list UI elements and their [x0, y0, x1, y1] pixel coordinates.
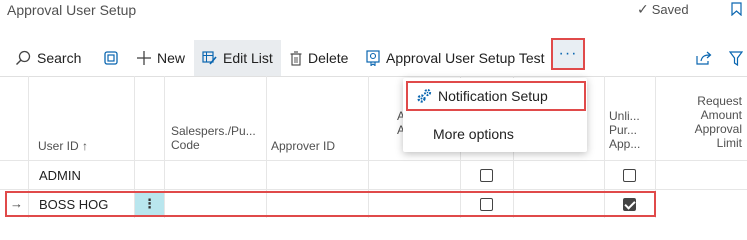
row-checkbox[interactable]	[480, 169, 493, 182]
trash-icon	[290, 50, 302, 66]
unlimited-purchase-approval-checkbox[interactable]	[623, 169, 636, 182]
new-button[interactable]: New	[137, 40, 185, 76]
gears-icon	[417, 88, 432, 103]
share-icon	[696, 51, 712, 65]
more-actions-button[interactable]: ···	[551, 38, 585, 70]
edit-list-button[interactable]: Edit List	[194, 40, 281, 76]
bookmark-icon[interactable]	[731, 2, 742, 16]
saved-label: Saved	[651, 2, 689, 17]
user-id-cell[interactable]: ADMIN	[39, 168, 81, 183]
selected-row-highlight	[5, 191, 656, 217]
search-label: Search	[37, 50, 82, 66]
test-certificate-icon	[366, 50, 380, 66]
notification-setup-menu-item[interactable]: Notification Setup	[406, 81, 586, 111]
search-button[interactable]: Search	[15, 40, 81, 76]
action-toolbar: Search New Edit List Delete Approval Use…	[0, 40, 747, 76]
edit-list-label: Edit List	[223, 50, 273, 66]
filter-icon	[729, 50, 743, 66]
page-title: Approval User Setup	[7, 2, 137, 18]
notification-setup-label: Notification Setup	[438, 88, 548, 104]
plus-icon	[137, 51, 151, 65]
search-icon	[16, 50, 31, 65]
open-page-icon	[104, 51, 118, 65]
open-in-page-button[interactable]	[104, 40, 118, 76]
delete-button[interactable]: Delete	[290, 40, 348, 76]
edit-list-icon	[202, 51, 217, 65]
filter-button[interactable]	[729, 40, 743, 76]
column-header-unlimited-purchase-approval[interactable]: Unli... Pur... App...	[609, 109, 640, 151]
column-header-user-id[interactable]: User ID ↑	[38, 139, 88, 153]
table-row[interactable]: ADMIN	[0, 160, 747, 188]
more-options-menu-item[interactable]: More options	[433, 126, 514, 142]
column-header-request-amount-approval-limit[interactable]: Request Amount Approval Limit	[660, 94, 742, 150]
share-button[interactable]	[696, 40, 712, 76]
approval-user-setup-test-button[interactable]: Approval User Setup Test	[366, 40, 545, 76]
test-label: Approval User Setup Test	[386, 50, 545, 66]
checkmark-icon: ✓	[637, 1, 649, 17]
delete-label: Delete	[308, 50, 349, 66]
saved-status: ✓ Saved	[637, 1, 689, 18]
more-actions-menu: Notification Setup More options	[403, 78, 587, 152]
column-header-approver-id[interactable]: Approver ID	[271, 139, 335, 153]
column-header-salesperson[interactable]: Salespers./Pu... Code	[171, 124, 256, 152]
new-label: New	[157, 50, 186, 66]
